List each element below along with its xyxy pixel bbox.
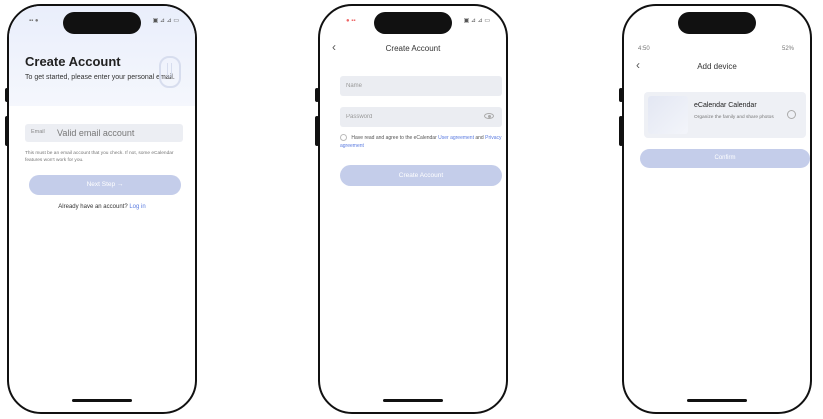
page-title: Create Account bbox=[385, 44, 441, 53]
login-link[interactable]: Log in bbox=[129, 204, 145, 210]
device-name: eCalendar Calendar bbox=[694, 102, 757, 109]
name-field[interactable] bbox=[340, 76, 502, 96]
next-step-button[interactable]: Next Step → bbox=[29, 175, 181, 195]
device-select-radio[interactable] bbox=[787, 110, 796, 119]
agree-text: Have read and agree to the eCalendar bbox=[351, 135, 437, 141]
status-time: 4:50 bbox=[638, 46, 650, 52]
camera-notch bbox=[374, 12, 452, 34]
camera-notch bbox=[678, 12, 756, 34]
agree-radio[interactable] bbox=[340, 134, 347, 142]
create-account-button[interactable]: Create Account bbox=[340, 165, 502, 186]
phone-screen-create-account-form: ● ▪▪ ▣ ⊿ ⊿ ▭ ‹ Create Account Have read … bbox=[318, 4, 508, 414]
side-button bbox=[5, 88, 9, 102]
status-bar-right: ▣ ⊿ ⊿ ▭ bbox=[463, 18, 490, 24]
phone-screen-create-account-email: ▪▪ ● ▣ ⊿ ⊿ ▭ Create Account To get start… bbox=[7, 4, 197, 414]
page-title: Add device bbox=[697, 62, 737, 71]
status-bar-right: ▣ ⊿ ⊿ ▭ bbox=[152, 18, 179, 24]
password-input[interactable] bbox=[346, 111, 466, 123]
phone-screen-add-device: 4:50 52% ‹ Add device eCalendar Calendar… bbox=[622, 4, 812, 414]
login-prompt: Already have an account? bbox=[58, 204, 128, 210]
and-text: and bbox=[475, 135, 484, 141]
user-agreement-link[interactable]: User agreement bbox=[438, 135, 474, 141]
page-title: Create Account bbox=[25, 54, 121, 69]
app-logo-icon bbox=[159, 56, 181, 88]
camera-notch bbox=[63, 12, 141, 34]
password-field[interactable] bbox=[340, 107, 502, 127]
status-battery: 52% bbox=[781, 46, 794, 52]
side-button bbox=[5, 116, 9, 146]
login-prompt-row: Already have an account? Log in bbox=[9, 204, 195, 210]
confirm-button[interactable]: Confirm bbox=[640, 149, 810, 168]
side-button bbox=[315, 116, 319, 146]
page-subtitle: To get started, please enter your person… bbox=[25, 74, 175, 81]
eye-icon[interactable] bbox=[484, 113, 494, 119]
status-bar-left: ● ▪▪ bbox=[346, 18, 356, 24]
home-indicator[interactable] bbox=[383, 399, 443, 402]
side-button bbox=[619, 116, 623, 146]
device-card[interactable]: eCalendar Calendar Organize the family a… bbox=[644, 92, 806, 138]
email-label: Email bbox=[31, 129, 45, 135]
side-button bbox=[619, 88, 623, 102]
status-bar-left: ▪▪ ● bbox=[29, 18, 39, 24]
device-description: Organize the family and share photos bbox=[694, 115, 774, 120]
side-button bbox=[315, 88, 319, 102]
email-input[interactable] bbox=[57, 126, 177, 140]
name-input[interactable] bbox=[346, 80, 466, 92]
agreement-row: Have read and agree to the eCalendar Use… bbox=[340, 134, 505, 150]
home-indicator[interactable] bbox=[687, 399, 747, 402]
device-thumbnail bbox=[648, 96, 688, 134]
email-field[interactable]: Email bbox=[25, 124, 183, 142]
home-indicator[interactable] bbox=[72, 399, 132, 402]
email-hint: This must be an email account that you c… bbox=[25, 151, 174, 163]
